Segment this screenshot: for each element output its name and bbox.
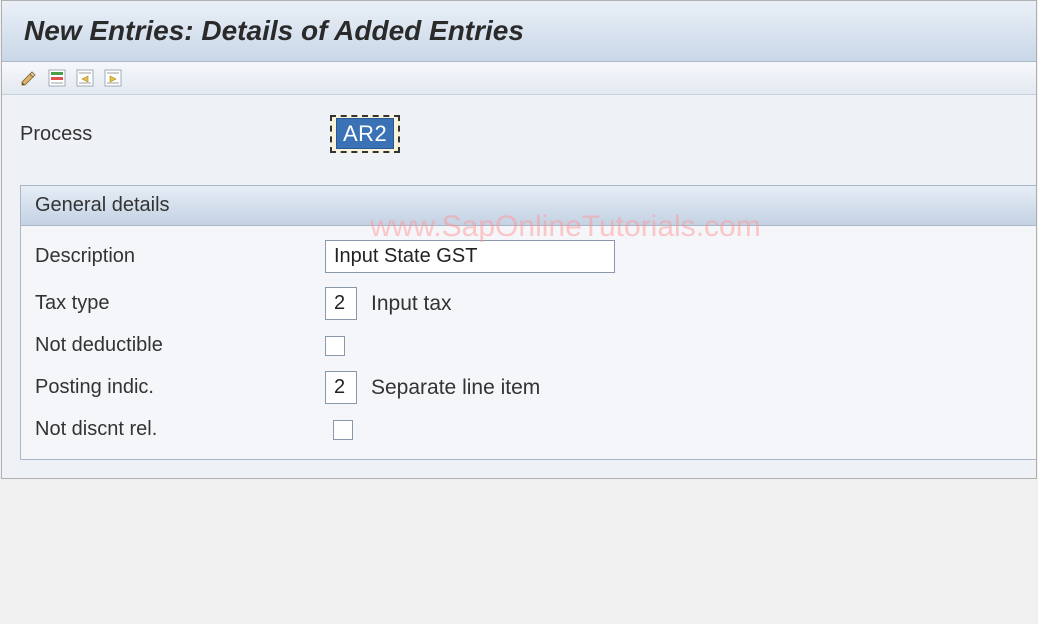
toolbar <box>2 62 1036 95</box>
content-area: Process AR2 General details Description … <box>2 95 1036 478</box>
process-input[interactable]: AR2 <box>336 118 394 149</box>
not-deductible-label: Not deductible <box>35 334 325 357</box>
next-entry-icon[interactable] <box>102 67 124 89</box>
tax-type-row: Tax type Input tax <box>35 287 1022 320</box>
posting-indic-label: Posting indic. <box>35 376 325 399</box>
not-deductible-checkbox[interactable] <box>325 336 345 356</box>
edit-pencil-icon[interactable] <box>18 67 40 89</box>
group-title: General details <box>21 186 1036 226</box>
not-discnt-rel-label: Not discnt rel. <box>35 418 325 441</box>
not-discnt-rel-checkbox[interactable] <box>333 420 353 440</box>
tax-type-input[interactable] <box>325 287 357 320</box>
tax-type-label: Tax type <box>35 292 325 315</box>
not-discnt-rel-row: Not discnt rel. <box>35 418 1022 441</box>
title-bar: New Entries: Details of Added Entries <box>2 1 1036 62</box>
delete-row-icon[interactable] <box>46 67 68 89</box>
process-field[interactable]: AR2 <box>330 115 400 153</box>
process-row: Process AR2 <box>20 115 1036 153</box>
posting-indic-input[interactable] <box>325 371 357 404</box>
previous-entry-icon[interactable] <box>74 67 96 89</box>
group-body: Description Tax type Input tax Not deduc… <box>21 226 1036 459</box>
process-label: Process <box>20 123 330 146</box>
window-title: New Entries: Details of Added Entries <box>24 15 1014 47</box>
tax-type-text: Input tax <box>371 292 452 316</box>
not-deductible-row: Not deductible <box>35 334 1022 357</box>
description-label: Description <box>35 245 325 268</box>
window: New Entries: Details of Added Entries <box>1 0 1037 479</box>
posting-indic-row: Posting indic. Separate line item <box>35 371 1022 404</box>
general-details-group: General details Description Tax type Inp… <box>20 185 1036 460</box>
posting-indic-text: Separate line item <box>371 376 540 400</box>
description-row: Description <box>35 240 1022 273</box>
description-input[interactable] <box>325 240 615 273</box>
